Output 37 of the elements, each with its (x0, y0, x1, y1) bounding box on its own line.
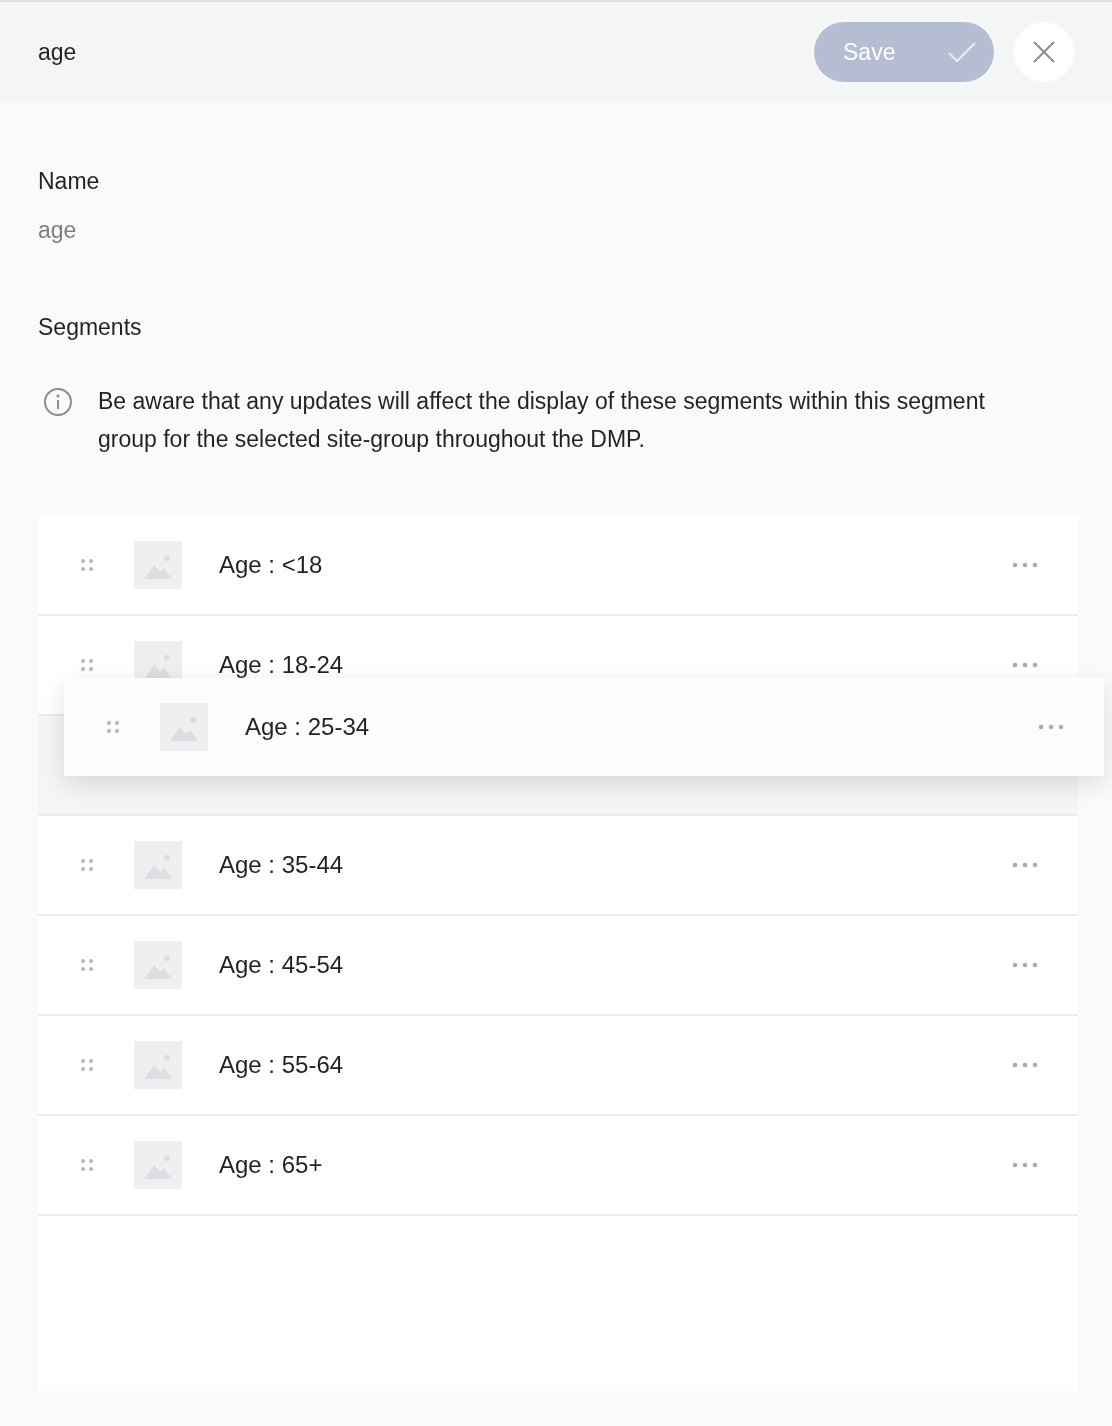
segment-label: Age : 55-64 (219, 1052, 345, 1078)
segment-label: Age : 18-24 (219, 652, 345, 678)
segments-heading: Segments (38, 313, 143, 342)
drag-handle-icon[interactable] (80, 1158, 94, 1172)
drag-handle-icon[interactable] (106, 720, 120, 734)
name-value: age (38, 216, 78, 245)
drag-handle-icon[interactable] (80, 1058, 94, 1072)
segment-label: Age : 45-54 (219, 952, 345, 978)
dragged-segment-row[interactable]: Age : 25-34 (64, 678, 1104, 776)
ellipsis-icon (1012, 1162, 1038, 1168)
segment-label: Age : 65+ (219, 1152, 324, 1178)
drag-handle-icon[interactable] (80, 658, 94, 672)
image-placeholder-icon (134, 941, 182, 989)
image-placeholder-icon (134, 641, 182, 678)
segment-label: Age : 35-44 (219, 852, 345, 878)
image-placeholder-icon (134, 1141, 182, 1189)
ellipsis-icon (1012, 962, 1038, 968)
ellipsis-icon (1012, 562, 1038, 568)
ellipsis-icon (1012, 862, 1038, 868)
image-placeholder-icon (160, 703, 208, 751)
image-placeholder-icon (134, 1041, 182, 1089)
ellipsis-icon (1012, 1062, 1038, 1068)
segment-label: Age : <18 (219, 552, 324, 578)
ellipsis-icon (1038, 724, 1064, 730)
check-icon (948, 41, 976, 63)
image-placeholder-icon (134, 841, 182, 889)
drag-handle-icon[interactable] (80, 858, 94, 872)
drag-handle-icon[interactable] (80, 958, 94, 972)
panel-title: age (38, 37, 78, 67)
info-icon (43, 387, 73, 417)
segment-label: Age : 25-34 (245, 714, 371, 740)
close-icon (1033, 41, 1055, 63)
notice-text: Be aware that any updates will affect the display of these segments within this segment group for the selected site-group throughout the DMP. (98, 387, 986, 454)
image-placeholder-icon (134, 541, 182, 589)
ellipsis-icon (1012, 662, 1038, 668)
drag-handle-icon[interactable] (80, 558, 94, 572)
name-label: Name (38, 167, 101, 196)
